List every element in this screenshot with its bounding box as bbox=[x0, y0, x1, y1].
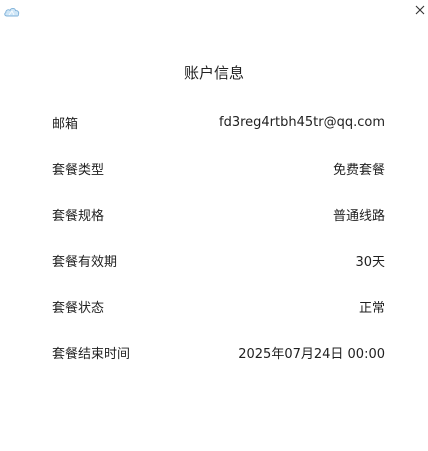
plan-type-value: 免费套餐 bbox=[332, 162, 385, 178]
email-value: fd3reg4rtbh45tr@qq.com bbox=[219, 114, 385, 130]
cloud-icon bbox=[3, 4, 21, 18]
plan-status-label: 套餐状态 bbox=[52, 300, 105, 316]
account-row-plan-end-time: 套餐结束时间 2025年07月24日 00:00 bbox=[52, 342, 385, 362]
plan-spec-label: 套餐规格 bbox=[52, 208, 105, 224]
email-label: 邮箱 bbox=[52, 116, 79, 132]
plan-end-time-label: 套餐结束时间 bbox=[52, 346, 131, 362]
plan-validity-value: 30天 bbox=[355, 254, 385, 270]
account-row-plan-spec: 套餐规格 普通线路 bbox=[52, 204, 385, 224]
page-title: 账户信息 bbox=[183, 64, 244, 82]
account-row-plan-type: 套餐类型 免费套餐 bbox=[52, 158, 385, 178]
plan-type-label: 套餐类型 bbox=[52, 162, 105, 178]
account-row-plan-validity: 套餐有效期 30天 bbox=[52, 250, 385, 270]
close-icon bbox=[415, 5, 425, 15]
close-button[interactable] bbox=[412, 2, 428, 18]
plan-spec-value: 普通线路 bbox=[332, 208, 385, 224]
plan-status-value: 正常 bbox=[358, 300, 385, 316]
account-row-plan-status: 套餐状态 正常 bbox=[52, 296, 385, 316]
plan-validity-label: 套餐有效期 bbox=[52, 254, 118, 270]
account-row-email: 邮箱 fd3reg4rtbh45tr@qq.com bbox=[52, 112, 385, 132]
plan-end-time-value: 2025年07月24日 00:00 bbox=[238, 346, 385, 362]
